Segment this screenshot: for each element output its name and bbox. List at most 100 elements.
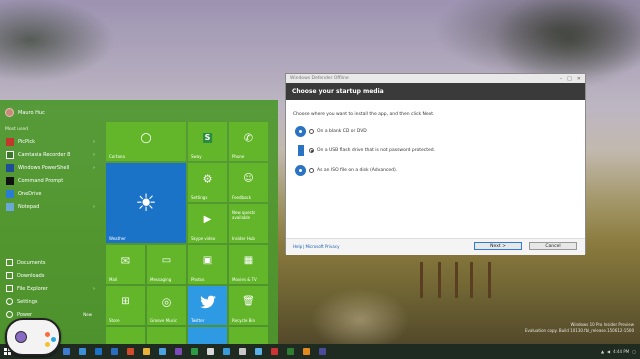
place-label: Downloads (17, 272, 45, 279)
taskbar-app-icon[interactable] (202, 344, 218, 359)
app-item-camtasia[interactable]: Camtasia Recorder 8 › (3, 148, 98, 161)
taskbar-app-icon[interactable] (298, 344, 314, 359)
tray-clock[interactable]: 4:44 PM (613, 349, 629, 354)
start-menu: Mauro Huc Most used PicPick › Camtasia R… (0, 100, 278, 344)
help-link[interactable]: Help (293, 244, 302, 249)
command-prompt-icon (6, 176, 14, 185)
place-documents[interactable]: Documents (3, 256, 98, 269)
app-item-command-prompt[interactable]: Command Prompt (3, 174, 98, 187)
app-glyph-icon (286, 348, 294, 355)
maximize-icon[interactable]: □ (567, 76, 572, 82)
footer-links: Help | Microsoft Privacy (293, 244, 339, 249)
radio-button-selected[interactable] (309, 148, 314, 153)
chevron-right-icon[interactable]: › (93, 152, 95, 158)
chevron-right-icon[interactable]: › (93, 286, 95, 292)
defender-offline-dialog: Windows Defender Offline – □ ✕ Choose yo… (285, 73, 586, 255)
app-item-powershell[interactable]: Windows PowerShell › (3, 161, 98, 174)
radio-button[interactable] (309, 129, 314, 134)
taskbar-app-icon[interactable] (266, 344, 282, 359)
place-file-explorer[interactable]: File Explorer › (3, 282, 98, 295)
feedback-icon: ☺ (243, 173, 254, 185)
sun-icon: ☀ (135, 189, 157, 217)
tile-label: Insider Hub (232, 236, 255, 241)
taskbar-app-icon[interactable] (74, 344, 90, 359)
taskbar-app-icon[interactable] (282, 344, 298, 359)
music-disc-icon: ◎ (161, 295, 172, 309)
tile-feedback[interactable]: ☺ Feedback (229, 163, 268, 202)
tile-weather[interactable]: ☀ Weather (106, 163, 186, 243)
document-icon (6, 259, 13, 266)
place-downloads[interactable]: Downloads (3, 269, 98, 282)
option-usb-drive[interactable]: On a USB flash drive that is not passwor… (295, 145, 435, 156)
app-glyph-icon (158, 348, 166, 355)
privacy-link[interactable]: Microsoft Privacy (305, 244, 339, 249)
app-item-onedrive[interactable]: OneDrive (3, 187, 98, 200)
taskbar-app-icon[interactable] (218, 344, 234, 359)
photo-icon: ▣ (202, 255, 213, 267)
tile-movies-tv[interactable]: ▦ Movies & TV (229, 245, 268, 284)
tile-skype-video[interactable]: ▶ Skype video (188, 204, 227, 243)
taskbar-app-icon[interactable] (106, 344, 122, 359)
tile-recycle-bin[interactable]: 🗑 Recycle Bin (229, 286, 268, 325)
next-button[interactable]: Next > (474, 242, 522, 250)
disc-icon (295, 126, 306, 137)
app-item-notepad[interactable]: Notepad › (3, 200, 98, 213)
network-icon[interactable]: ▲ (601, 349, 604, 354)
taskbar-app-icon[interactable] (186, 344, 202, 359)
option-iso-file[interactable]: As an ISO file on a disk (Advanced). (295, 165, 397, 176)
dialog-titlebar[interactable]: Windows Defender Offline – □ ✕ (286, 74, 585, 83)
tile-store[interactable]: ⊞ Store (106, 286, 145, 325)
app-glyph-icon (94, 348, 102, 355)
chevron-right-icon[interactable]: › (93, 165, 95, 171)
taskbar-app-icon[interactable] (122, 344, 138, 359)
minimize-icon[interactable]: – (560, 76, 563, 82)
tile-phone[interactable]: ✆ Phone (229, 122, 268, 161)
option-label: As an ISO file on a disk (Advanced). (317, 168, 398, 173)
place-label: Power (17, 311, 33, 318)
volume-icon[interactable]: ◀ (607, 349, 610, 354)
tile-label: Recycle Bin (232, 318, 256, 323)
tile-twitter[interactable]: Twitter (188, 286, 227, 325)
recycle-bin-icon: 🗑 (242, 296, 255, 308)
place-settings[interactable]: Settings (3, 295, 98, 308)
taskbar-app-icon[interactable] (170, 344, 186, 359)
radio-button[interactable] (309, 168, 314, 173)
taskbar-app-icon[interactable] (138, 344, 154, 359)
dialog-instruction: Choose where you want to install the app… (293, 112, 435, 117)
tile-settings[interactable]: ⚙ Settings (188, 163, 227, 202)
tile-partial-1[interactable] (106, 327, 145, 344)
notification-icon[interactable]: ▢ (632, 349, 636, 354)
camtasia-icon (6, 150, 14, 159)
app-item-picpick[interactable]: PicPick › (3, 135, 98, 148)
tile-photos[interactable]: ▣ Photos (188, 245, 227, 284)
app-list: PicPick › Camtasia Recorder 8 › Windows … (3, 135, 98, 213)
tile-messaging[interactable]: ▭ Messaging (147, 245, 186, 284)
mail-icon: ✉ (120, 254, 131, 268)
app-glyph-icon (110, 348, 118, 355)
app-glyph-icon (174, 348, 182, 355)
taskbar-app-icon[interactable] (58, 344, 74, 359)
taskbar-app-icon[interactable] (250, 344, 266, 359)
close-icon[interactable]: ✕ (577, 76, 581, 82)
tile-insider-hub[interactable]: New quests available Insider Hub (229, 204, 268, 243)
chevron-right-icon[interactable]: › (93, 139, 95, 145)
phone-icon: ✆ (243, 131, 254, 145)
tile-sway[interactable]: S Sway (188, 122, 227, 161)
taskbar-app-icon[interactable] (90, 344, 106, 359)
option-cd-dvd[interactable]: On a blank CD or DVD (295, 126, 367, 137)
cortana-icon: ○ (140, 130, 152, 146)
tile-partial-2[interactable] (147, 327, 186, 344)
tile-groove-music[interactable]: ◎ Groove Music (147, 286, 186, 325)
tile-partial-4[interactable] (229, 327, 268, 344)
taskbar-app-icon[interactable] (314, 344, 330, 359)
fence-post (438, 262, 441, 298)
user-account[interactable]: Mauro Huc (5, 108, 45, 117)
tile-mail[interactable]: ✉ Mail (106, 245, 145, 284)
tile-partial-3[interactable] (188, 327, 227, 344)
taskbar-app-icon[interactable] (234, 344, 250, 359)
app-glyph-icon (62, 348, 70, 355)
taskbar-app-icon[interactable] (154, 344, 170, 359)
tile-cortana[interactable]: ○ Cortana (106, 122, 186, 161)
chevron-right-icon[interactable]: › (93, 204, 95, 210)
cancel-button[interactable]: Cancel (529, 242, 577, 250)
